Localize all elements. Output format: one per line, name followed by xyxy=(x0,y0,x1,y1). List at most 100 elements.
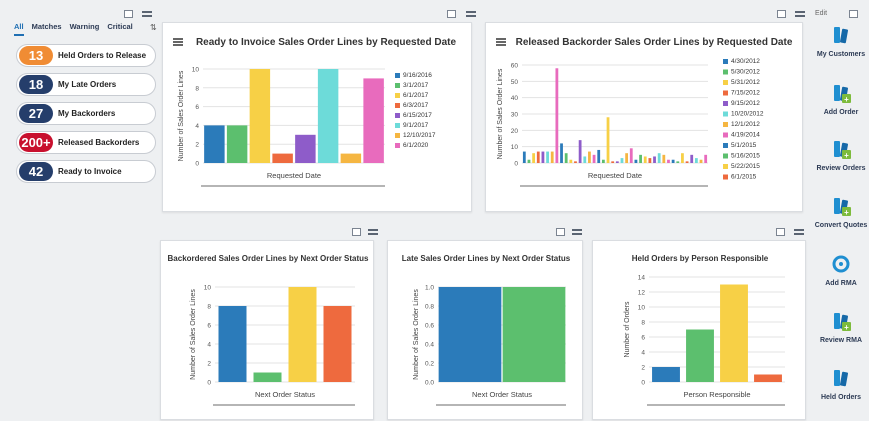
action-review-orders[interactable]: + Review Orders xyxy=(812,138,869,172)
legend-label[interactable]: 5/30/2012 xyxy=(731,69,760,76)
bar[interactable] xyxy=(546,151,549,163)
bar[interactable] xyxy=(583,156,587,163)
bar[interactable] xyxy=(527,159,531,163)
legend-label[interactable]: 9/1/2017 xyxy=(403,122,429,129)
bar[interactable] xyxy=(564,153,568,163)
bar[interactable] xyxy=(648,158,652,163)
maximize-icon[interactable] xyxy=(124,10,133,18)
bar[interactable] xyxy=(690,154,694,163)
bar[interactable] xyxy=(550,151,554,163)
maximize-icon[interactable] xyxy=(776,228,785,236)
bar[interactable] xyxy=(340,153,362,163)
bar[interactable] xyxy=(438,287,502,382)
legend-label[interactable]: 5/22/2015 xyxy=(731,163,760,170)
action-convert-quotes[interactable]: + Convert Quotes xyxy=(812,195,869,229)
bar[interactable] xyxy=(560,143,563,163)
chart-menu-icon[interactable] xyxy=(173,38,183,46)
bar[interactable] xyxy=(634,159,638,163)
bar[interactable] xyxy=(611,161,615,163)
bar[interactable] xyxy=(588,151,591,163)
bar[interactable] xyxy=(606,117,610,163)
bar[interactable] xyxy=(363,78,384,163)
bar[interactable] xyxy=(694,158,698,163)
maximize-icon[interactable] xyxy=(447,10,456,18)
tab-scroll-icon[interactable]: ⇅ xyxy=(150,23,157,32)
bar[interactable] xyxy=(592,154,596,163)
bar[interactable] xyxy=(625,153,629,163)
bar[interactable] xyxy=(699,159,703,163)
legend-label[interactable]: 9/16/2016 xyxy=(403,72,432,79)
legend-label[interactable]: 4/30/2012 xyxy=(731,58,760,65)
bar[interactable] xyxy=(662,154,666,163)
action-held-orders[interactable]: Held Orders xyxy=(812,367,869,401)
bar[interactable] xyxy=(643,156,647,163)
bar[interactable] xyxy=(653,156,656,163)
menu-icon[interactable] xyxy=(572,229,582,237)
action-my-customers[interactable]: My Customers xyxy=(812,24,869,58)
bar[interactable] xyxy=(720,284,748,383)
action-review-rma[interactable]: + Review RMA xyxy=(812,310,869,344)
tab-matches[interactable]: Matches xyxy=(32,22,62,36)
legend-label[interactable]: 7/15/2012 xyxy=(731,90,760,97)
legend-label[interactable]: 9/15/2012 xyxy=(731,100,760,107)
bar[interactable] xyxy=(569,159,573,163)
edit-label[interactable]: Edit xyxy=(815,10,827,17)
action-add-order[interactable]: + Add Order xyxy=(812,82,869,116)
legend-label[interactable]: 6/1/2017 xyxy=(403,92,429,99)
bar[interactable] xyxy=(218,306,247,382)
tab-warning[interactable]: Warning xyxy=(70,22,100,36)
bar[interactable] xyxy=(204,125,225,163)
kpi-card[interactable]: 200+ Released Backorders xyxy=(16,131,156,154)
menu-icon[interactable] xyxy=(142,11,152,19)
bar[interactable] xyxy=(652,367,680,382)
bar[interactable] xyxy=(620,158,624,163)
bar[interactable] xyxy=(676,161,680,163)
bar[interactable] xyxy=(555,68,559,163)
bar[interactable] xyxy=(574,161,577,163)
legend-label[interactable]: 5/16/2015 xyxy=(731,153,760,160)
bar[interactable] xyxy=(272,153,293,163)
menu-icon[interactable] xyxy=(368,229,378,237)
kpi-card[interactable]: 13 Held Orders to Release xyxy=(16,44,156,67)
bar[interactable] xyxy=(597,149,601,163)
bar[interactable] xyxy=(629,148,633,163)
tab-critical[interactable]: Critical xyxy=(107,22,132,36)
menu-icon[interactable] xyxy=(794,229,804,237)
bar[interactable] xyxy=(671,159,675,163)
legend-label[interactable]: 12/1/2012 xyxy=(731,121,760,128)
bar[interactable] xyxy=(522,151,526,163)
kpi-card[interactable]: 42 Ready to Invoice xyxy=(16,160,156,183)
bar[interactable] xyxy=(253,372,282,383)
legend-label[interactable]: 6/15/2017 xyxy=(403,112,432,119)
kpi-card[interactable]: 27 My Backorders xyxy=(16,102,156,125)
legend-label[interactable]: 12/10/2017 xyxy=(403,132,436,139)
bar[interactable] xyxy=(639,154,642,163)
bar[interactable] xyxy=(317,69,339,163)
legend-label[interactable]: 5/1/2015 xyxy=(731,142,757,149)
bar[interactable] xyxy=(288,287,317,382)
bar[interactable] xyxy=(295,134,316,163)
legend-label[interactable]: 6/1/2020 xyxy=(403,142,429,149)
maximize-icon[interactable] xyxy=(849,10,858,18)
bar[interactable] xyxy=(249,69,271,163)
bar[interactable] xyxy=(686,329,714,383)
legend-label[interactable]: 10/20/2012 xyxy=(731,111,764,118)
legend-label[interactable]: 5/31/2012 xyxy=(731,79,760,86)
bar[interactable] xyxy=(681,153,684,163)
bar[interactable] xyxy=(532,153,536,163)
bar[interactable] xyxy=(323,306,352,382)
menu-icon[interactable] xyxy=(795,11,805,19)
maximize-icon[interactable] xyxy=(777,10,786,18)
menu-icon[interactable] xyxy=(466,11,476,19)
action-add-rma[interactable]: Add RMA xyxy=(812,253,869,287)
bar[interactable] xyxy=(536,151,540,163)
legend-label[interactable]: 4/19/2014 xyxy=(731,132,760,139)
bar[interactable] xyxy=(667,159,670,163)
maximize-icon[interactable] xyxy=(556,228,565,236)
bar[interactable] xyxy=(226,125,248,163)
bar[interactable] xyxy=(541,151,545,163)
bar[interactable] xyxy=(578,140,582,163)
bar[interactable] xyxy=(502,287,566,382)
bar[interactable] xyxy=(704,154,708,163)
bar[interactable] xyxy=(754,374,782,383)
